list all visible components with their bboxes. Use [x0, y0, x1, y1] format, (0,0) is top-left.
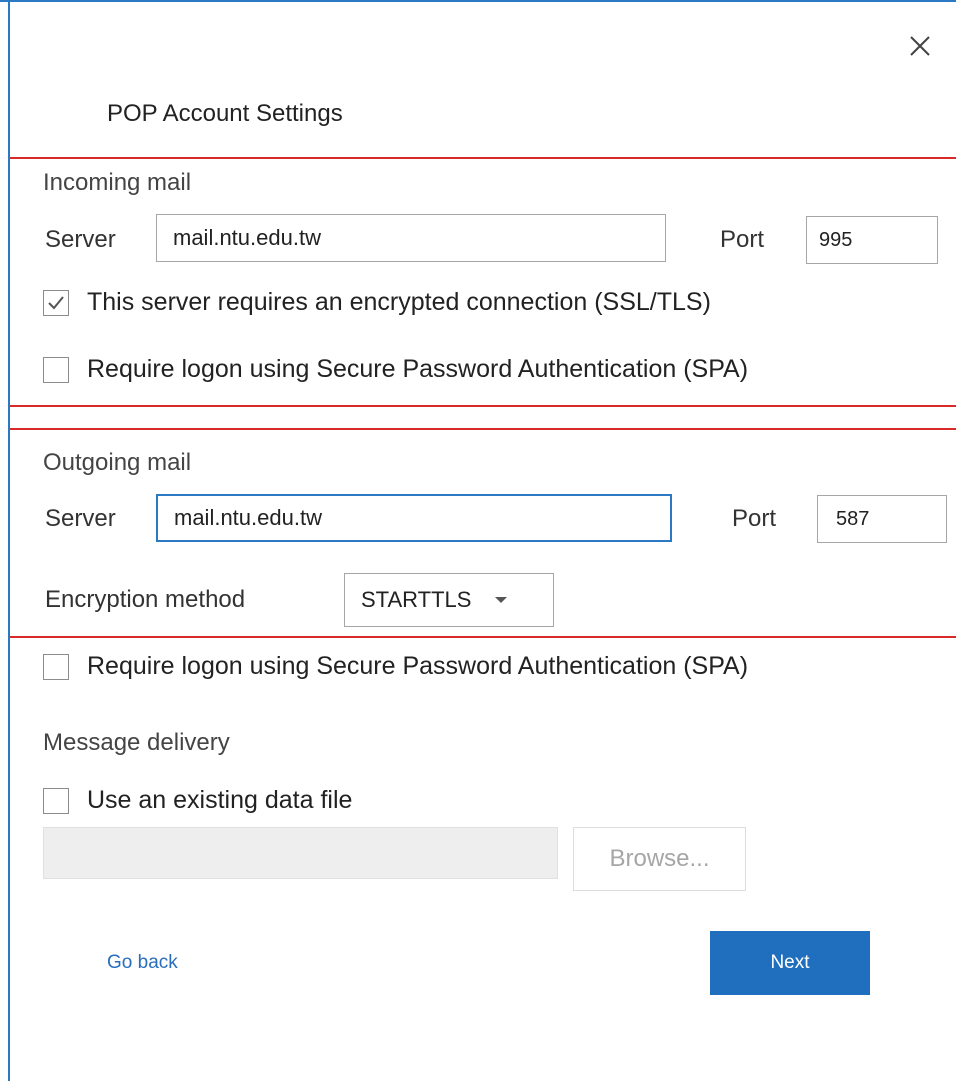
encryption-method-dropdown[interactable]: STARTTLS — [344, 573, 554, 627]
go-back-link[interactable]: Go back — [107, 952, 178, 974]
outgoing-server-input[interactable] — [156, 494, 672, 542]
browse-button: Browse... — [573, 827, 746, 891]
close-button[interactable] — [900, 26, 940, 66]
close-icon — [910, 36, 930, 56]
next-button[interactable]: Next — [710, 931, 870, 995]
dialog-title: POP Account Settings — [107, 100, 343, 127]
outgoing-port-label: Port — [732, 505, 777, 532]
incoming-section-label: Incoming mail — [43, 169, 192, 196]
window-left-border — [8, 0, 10, 1081]
incoming-server-input[interactable] — [156, 214, 666, 262]
incoming-ssl-label: This server requires an encrypted connec… — [87, 288, 711, 316]
existing-data-file-checkbox[interactable] — [43, 787, 69, 814]
incoming-ssl-checkbox[interactable] — [43, 289, 69, 316]
data-file-path-input — [43, 827, 558, 879]
encryption-method-value: STARTTLS — [361, 587, 472, 612]
incoming-spa-checkbox[interactable] — [43, 356, 69, 383]
message-delivery-section-label: Message delivery — [43, 729, 230, 756]
outgoing-port-input[interactable] — [817, 495, 947, 543]
incoming-ssl-checkbox-row[interactable]: This server requires an encrypted connec… — [43, 288, 711, 317]
encryption-method-label: Encryption method — [45, 586, 246, 613]
pop-account-settings-dialog: POP Account Settings Incoming mail Serve… — [0, 0, 956, 1081]
incoming-spa-label: Require logon using Secure Password Auth… — [87, 355, 749, 383]
incoming-spa-checkbox-row[interactable]: Require logon using Secure Password Auth… — [43, 355, 748, 384]
window-top-border — [0, 0, 956, 2]
outgoing-spa-checkbox[interactable] — [43, 653, 69, 680]
outgoing-section-label: Outgoing mail — [43, 449, 192, 476]
incoming-port-label: Port — [720, 226, 765, 253]
checkmark-icon — [48, 295, 64, 309]
existing-data-file-label: Use an existing data file — [87, 786, 353, 814]
outgoing-spa-checkbox-row[interactable]: Require logon using Secure Password Auth… — [43, 652, 748, 681]
outgoing-server-label: Server — [45, 505, 116, 532]
outgoing-spa-label: Require logon using Secure Password Auth… — [87, 652, 749, 680]
incoming-port-input[interactable] — [806, 216, 938, 264]
incoming-server-label: Server — [45, 226, 116, 253]
existing-data-file-checkbox-row[interactable]: Use an existing data file — [43, 786, 352, 815]
chevron-down-icon — [493, 595, 509, 605]
